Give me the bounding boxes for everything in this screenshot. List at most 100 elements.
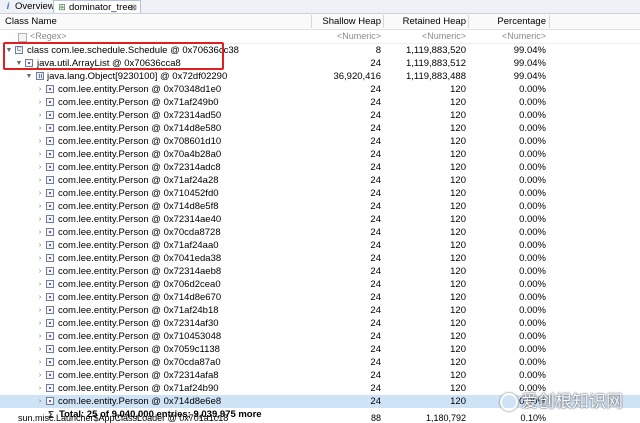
shallow-filter-input[interactable]: <Numeric> <box>315 30 381 43</box>
retained-heap-cell: 120 <box>450 279 466 290</box>
editor-tab-bar: i Overview ⊞ dominator_tree ⊠ <box>0 0 640 14</box>
table-row[interactable]: › com.lee.entity.Person @ 0x70cda8728 24 12… <box>0 226 640 239</box>
percentage-cell: 0.00% <box>519 318 546 329</box>
table-row[interactable]: › com.lee.entity.Person @ 0x72314aeb8 24 12… <box>0 265 640 278</box>
shallow-heap-cell: 8 <box>375 45 381 56</box>
class-name-cell: java.lang.Object[9230100] @ 0x72df02290 <box>47 71 228 82</box>
expand-toggle-icon[interactable]: › <box>36 96 44 109</box>
object-icon <box>46 358 54 366</box>
table-row[interactable]: ▼ java.util.ArrayList @ 0x70636cca8 24 1… <box>0 57 640 70</box>
retained-heap-cell: 1,119,883,512 <box>405 58 466 69</box>
expand-toggle-icon[interactable]: › <box>36 265 44 278</box>
tab-dominator-tree[interactable]: ⊞ dominator_tree ⊠ <box>53 0 141 13</box>
table-row[interactable]: › com.lee.entity.Person @ 0x72314afa8 24 12… <box>0 369 640 382</box>
expand-toggle-icon[interactable]: › <box>36 83 44 96</box>
expand-toggle-icon[interactable]: › <box>36 343 44 356</box>
object-icon <box>46 254 54 262</box>
class-icon: C <box>15 46 23 54</box>
retained-heap-cell: 120 <box>450 162 466 173</box>
object-icon <box>46 85 54 93</box>
object-icon <box>46 397 54 405</box>
shallow-heap-cell: 24 <box>370 175 381 186</box>
table-row[interactable]: › com.lee.entity.Person @ 0x708601d10 24 12… <box>0 135 640 148</box>
object-icon <box>46 332 54 340</box>
percentage-cell: 0.00% <box>519 370 546 381</box>
collapse-toggle-icon[interactable]: ▼ <box>5 44 13 57</box>
table-row[interactable]: › com.lee.entity.Person @ 0x71af24aa0 24 12… <box>0 239 640 252</box>
table-row[interactable]: › com.lee.entity.Person @ 0x70a4b28a0 24 12… <box>0 148 640 161</box>
shallow-heap-cell: 24 <box>370 240 381 251</box>
expand-toggle-icon[interactable]: › <box>36 148 44 161</box>
table-header: Class Name Shallow Heap Retained Heap Pe… <box>0 14 640 30</box>
table-row[interactable]: › com.lee.entity.Person @ 0x714d8e670 24 12… <box>0 291 640 304</box>
close-tab-icon[interactable]: ⊠ <box>130 1 137 14</box>
table-row[interactable]: › com.lee.entity.Person @ 0x7041eda38 24 12… <box>0 252 640 265</box>
expand-toggle-icon[interactable]: › <box>36 395 44 408</box>
table-row[interactable]: › com.lee.entity.Person @ 0x7059c1138 24 12… <box>0 343 640 356</box>
expand-toggle-icon[interactable]: › <box>36 304 44 317</box>
expand-toggle-icon[interactable]: › <box>36 252 44 265</box>
class-name-cell: com.lee.entity.Person @ 0x70a4b28a0 <box>58 149 222 160</box>
table-row[interactable]: › com.lee.entity.Person @ 0x70348d1e0 24 12… <box>0 83 640 96</box>
table-row[interactable]: › com.lee.entity.Person @ 0x72314ae40 24 12… <box>0 213 640 226</box>
table-row[interactable]: › com.lee.entity.Person @ 0x72314ad50 24 12… <box>0 109 640 122</box>
expand-toggle-icon[interactable]: › <box>36 187 44 200</box>
table-row[interactable]: › com.lee.entity.Person @ 0x71af249b0 24 12… <box>0 96 640 109</box>
expand-toggle-icon[interactable]: › <box>36 135 44 148</box>
expand-toggle-icon[interactable]: › <box>36 278 44 291</box>
collapse-toggle-icon[interactable]: ▼ <box>25 70 33 83</box>
column-header-percentage[interactable]: Percentage <box>470 14 546 29</box>
retained-filter-input[interactable]: <Numeric> <box>385 30 466 43</box>
column-divider[interactable] <box>549 15 550 28</box>
expand-toggle-icon[interactable]: › <box>36 122 44 135</box>
table-row[interactable]: › com.lee.entity.Person @ 0x72314af30 24 12… <box>0 317 640 330</box>
column-header-retained-heap[interactable]: Retained Heap <box>385 14 466 29</box>
retained-heap-cell: 120 <box>450 149 466 160</box>
column-divider[interactable] <box>311 15 312 28</box>
expand-toggle-icon[interactable]: › <box>36 213 44 226</box>
expand-toggle-icon[interactable]: › <box>36 226 44 239</box>
table-row[interactable]: › com.lee.entity.Person @ 0x714d8e5f8 24 12… <box>0 200 640 213</box>
table-row[interactable]: › com.lee.entity.Person @ 0x71af24a28 24 12… <box>0 174 640 187</box>
shallow-heap-cell: 24 <box>370 136 381 147</box>
class-name-cell: com.lee.entity.Person @ 0x714d8e670 <box>58 292 222 303</box>
retained-heap-cell: 120 <box>450 84 466 95</box>
regex-filter-input[interactable]: <Regex> <box>30 30 67 43</box>
class-name-cell: com.lee.entity.Person @ 0x71af24b90 <box>58 383 219 394</box>
expand-toggle-icon[interactable]: › <box>36 382 44 395</box>
table-row[interactable]: ▼ java.lang.Object[9230100] @ 0x72df0229… <box>0 70 640 83</box>
expand-toggle-icon[interactable]: › <box>36 356 44 369</box>
column-divider[interactable] <box>383 15 384 28</box>
expand-toggle-icon[interactable]: › <box>36 239 44 252</box>
table-row[interactable]: ▼ C class com.lee.schedule.Schedule @ 0x… <box>0 44 640 57</box>
table-row[interactable]: › com.lee.entity.Person @ 0x710453048 24 12… <box>0 330 640 343</box>
object-icon <box>46 319 54 327</box>
shallow-heap-cell: 24 <box>370 162 381 173</box>
table-row[interactable]: › com.lee.entity.Person @ 0x706d2cea0 24 12… <box>0 278 640 291</box>
object-icon <box>46 124 54 132</box>
retained-heap-cell: 120 <box>450 383 466 394</box>
percentage-filter-input[interactable]: <Numeric> <box>470 30 546 43</box>
expand-toggle-icon[interactable]: › <box>36 161 44 174</box>
expand-toggle-icon[interactable]: › <box>36 174 44 187</box>
table-row[interactable]: › com.lee.entity.Person @ 0x710452fd0 24 12… <box>0 187 640 200</box>
expand-toggle-icon[interactable]: › <box>36 109 44 122</box>
column-divider[interactable] <box>468 15 469 28</box>
array-icon <box>36 72 44 80</box>
expand-toggle-icon[interactable]: › <box>36 330 44 343</box>
column-header-shallow-heap[interactable]: Shallow Heap <box>315 14 381 29</box>
expand-toggle-icon[interactable]: › <box>36 317 44 330</box>
table-row[interactable]: › com.lee.entity.Person @ 0x71af24b18 24 12… <box>0 304 640 317</box>
column-header-class-name[interactable]: Class Name <box>5 14 57 29</box>
expand-toggle-icon[interactable]: › <box>36 200 44 213</box>
table-row[interactable]: › com.lee.entity.Person @ 0x70cda87a0 24 12… <box>0 356 640 369</box>
retained-heap-cell: 120 <box>450 227 466 238</box>
collapse-toggle-icon[interactable]: ▼ <box>15 57 23 70</box>
table-row[interactable]: › com.lee.entity.Person @ 0x72314adc8 24 12… <box>0 161 640 174</box>
table-row[interactable]: › com.lee.entity.Person @ 0x714d8e580 24 12… <box>0 122 640 135</box>
class-name-cell: com.lee.entity.Person @ 0x72314ad50 <box>58 110 222 121</box>
tab-overview[interactable]: i Overview <box>0 0 56 13</box>
shallow-heap-cell: 24 <box>370 84 381 95</box>
expand-toggle-icon[interactable]: › <box>36 291 44 304</box>
expand-toggle-icon[interactable]: › <box>36 369 44 382</box>
